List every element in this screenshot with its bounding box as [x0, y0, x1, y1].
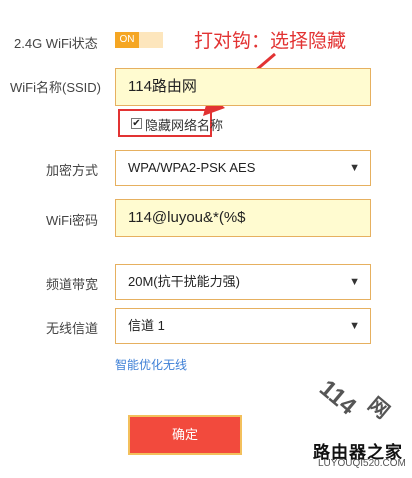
bandwidth-label: 频道带宽 [46, 277, 99, 292]
confirm-button[interactable]: 确定 [128, 415, 242, 455]
ssid-input[interactable]: 114路由网 [115, 68, 371, 106]
watermark-url: LUYOUQI520.COM [318, 458, 406, 469]
ssid-label: WiFi名称(SSID) [10, 80, 101, 95]
checkmark-icon: ✔ [132, 118, 141, 129]
wifi-status-toggle-on[interactable]: ON [115, 32, 139, 48]
hide-network-checkbox[interactable]: ✔ [131, 118, 142, 129]
chevron-down-icon: ▼ [349, 276, 360, 288]
encryption-label: 加密方式 [46, 163, 99, 178]
wifi-status-label: 2.4G WiFi状态 [14, 36, 98, 51]
encryption-value: WPA/WPA2-PSK AES [128, 160, 256, 175]
password-input[interactable]: 114@luyou&*(%$ [115, 199, 371, 237]
hide-network-label: 隐藏网络名称 [145, 118, 224, 133]
chevron-down-icon: ▼ [349, 162, 360, 174]
smart-optimize-link[interactable]: 智能优化无线 [115, 356, 187, 373]
watermark-114: 114 [314, 374, 362, 421]
channel-value: 信道 1 [128, 318, 165, 333]
annotation-text: 打对钩：选择隐藏 [194, 31, 347, 52]
wifi-status-toggle-track[interactable] [139, 32, 163, 48]
channel-select[interactable]: 信道 1 ▼ [115, 308, 371, 344]
bandwidth-select[interactable]: 20M(抗干扰能力强) ▼ [115, 264, 371, 300]
channel-label: 无线信道 [46, 321, 99, 336]
chevron-down-icon: ▼ [349, 320, 360, 332]
bandwidth-value: 20M(抗干扰能力强) [128, 274, 240, 289]
watermark-wang: 网 [363, 393, 394, 424]
encryption-select[interactable]: WPA/WPA2-PSK AES ▼ [115, 150, 371, 186]
password-label: WiFi密码 [46, 213, 98, 228]
